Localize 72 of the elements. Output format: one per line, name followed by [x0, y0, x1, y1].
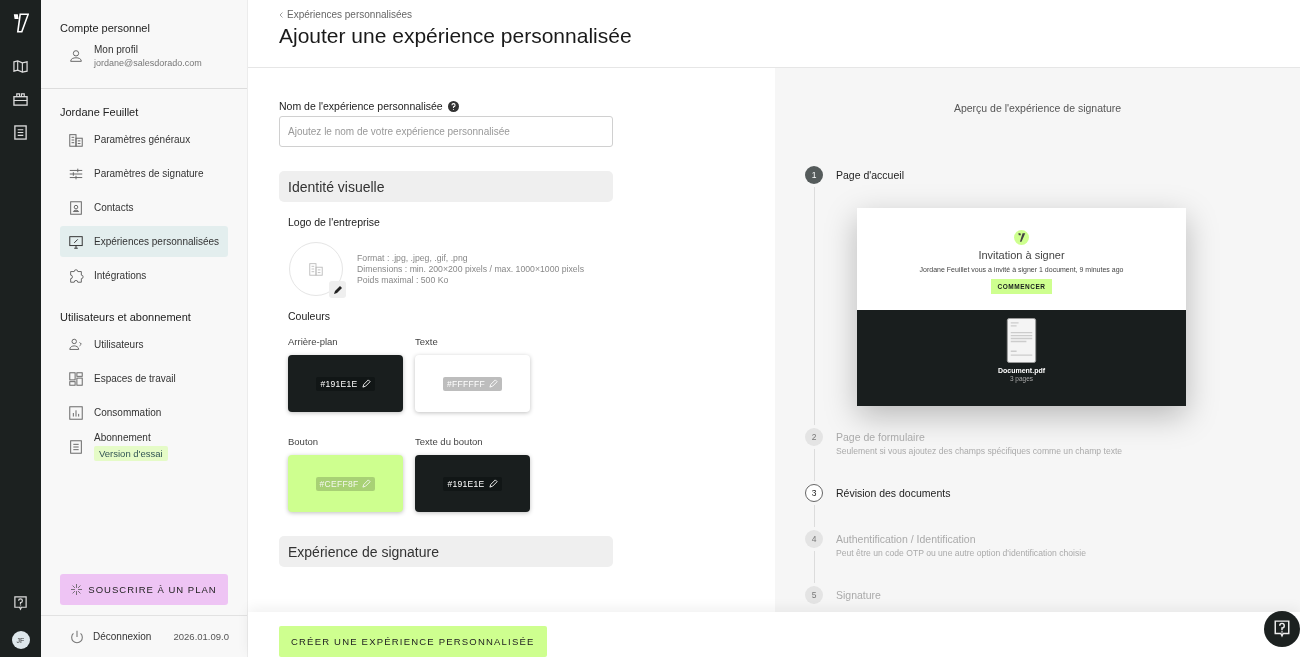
step-title: Révision des documents — [836, 487, 951, 499]
logout-button[interactable]: Déconnexion — [69, 628, 152, 645]
help-button[interactable] — [1264, 611, 1300, 647]
step-number: 4 — [805, 530, 823, 548]
section-header: Expérience de signature — [279, 536, 613, 567]
step-number: 3 — [805, 484, 823, 502]
step-title: Signature — [836, 589, 881, 601]
list-icon[interactable] — [13, 125, 28, 140]
hint-text: Poids maximal : 500 Ko — [357, 275, 450, 285]
contact-card-icon — [68, 199, 84, 216]
building-icon — [308, 261, 324, 277]
swatch-label: Bouton — [288, 436, 320, 447]
page-title: Ajouter une expérience personnalisée — [279, 24, 632, 48]
step-title: Page de formulaire — [836, 431, 925, 443]
logo-icon — [1014, 230, 1029, 245]
section-header: Identité visuelle — [279, 171, 613, 202]
edit-button[interactable] — [329, 281, 346, 298]
help-icon[interactable] — [13, 596, 28, 611]
nav-item[interactable]: Paramètres de signature — [60, 158, 228, 189]
breadcrumb-link[interactable]: Expériences personnalisées — [279, 9, 413, 20]
users-icon — [68, 336, 84, 353]
step-number: 2 — [805, 428, 823, 446]
step-title: Authentification / Identification — [836, 533, 976, 545]
sparkle-icon — [71, 584, 83, 595]
map-icon[interactable] — [13, 59, 28, 74]
briefcase-icon[interactable] — [13, 92, 28, 107]
nav-item[interactable]: Utilisateurs — [60, 329, 228, 360]
step-description: Seulement si vous ajoutez des champs spécifiques comme un champ texte — [836, 446, 1123, 456]
pencil-icon — [332, 284, 343, 295]
preview-title: Aperçu de l'expérience de signature — [953, 102, 1122, 114]
field-label: Nom de l'expérience personnalisée — [279, 100, 443, 112]
bar-chart-icon — [68, 404, 84, 421]
document-icon — [68, 438, 84, 455]
subsection-title: Logo de l'entreprise — [288, 216, 380, 228]
building-icon — [68, 131, 84, 148]
section-title: Jordane Feuillet — [60, 106, 140, 118]
nav-item[interactable]: Expériences personnalisées — [60, 226, 228, 257]
puzzle-icon — [68, 267, 84, 284]
name-input-field[interactable]: Ajoutez le nom de votre expérience personnalisée — [279, 116, 613, 147]
nav-item[interactable]: Espaces de travail — [60, 363, 228, 394]
swatch-label: Texte du bouton — [415, 436, 484, 447]
step-number: 5 — [805, 586, 823, 604]
create-button[interactable]: CRÉER UNE EXPÉRIENCE PERSONNALISÉE — [279, 626, 547, 657]
help-icon[interactable] — [447, 100, 459, 112]
step-title: Page d'accueil — [836, 169, 904, 181]
color-swatch[interactable]: #191E1E — [415, 455, 530, 512]
swatch-label: Texte — [415, 336, 439, 347]
logo-icon[interactable] — [12, 12, 29, 34]
subscribe-button[interactable]: SOUSCRIRE À UN PLAN — [60, 574, 228, 605]
document-thumbnail — [1005, 318, 1038, 363]
hint-text: Dimensions : min. 200×200 pixels / max. 1000×1000 pixels — [357, 264, 584, 274]
monitor-icon — [68, 233, 84, 250]
section-title: Compte personnel — [60, 22, 151, 34]
help-icon — [1273, 620, 1291, 638]
hint-text: Format : .jpg, .jpeg, .gif, .png — [357, 253, 469, 263]
nav-item[interactable]: Abonnement Version d'essai — [60, 431, 228, 462]
person-icon — [68, 47, 84, 64]
nav-item[interactable]: Mon profil jordane@salesdorado.com — [60, 40, 228, 71]
swatch-label: Arrière-plan — [288, 336, 339, 347]
version-label: 2026.01.09.0 — [173, 631, 229, 642]
subsection-title: Couleurs — [288, 310, 331, 322]
step-number: 1 — [805, 166, 823, 184]
power-icon — [69, 628, 85, 645]
nav-item[interactable]: Consommation — [60, 397, 228, 428]
nav-item[interactable]: Paramètres généraux — [60, 124, 228, 155]
nav-item[interactable]: Contacts — [60, 192, 228, 223]
color-swatch[interactable]: #191E1E — [288, 355, 403, 412]
grid-icon — [68, 370, 84, 387]
chevron-left-icon — [279, 11, 283, 18]
section-title: Utilisateurs et abonnement — [60, 311, 192, 323]
card-heading: Invitation à signer — [978, 249, 1065, 261]
nav-item[interactable]: Intégrations — [60, 260, 228, 291]
